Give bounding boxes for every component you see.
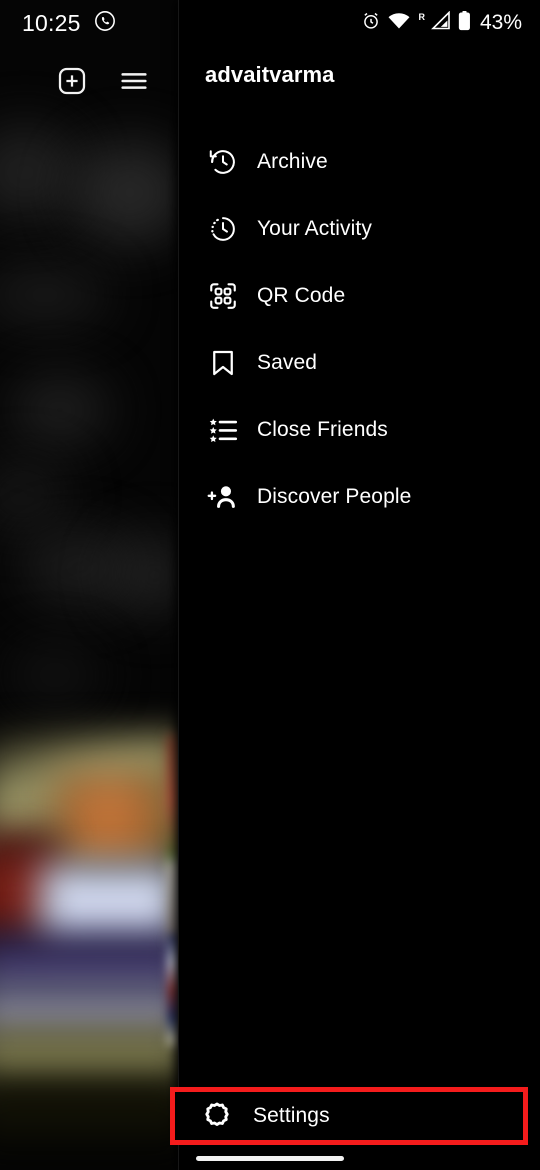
star-list-icon: [203, 410, 243, 450]
battery-percent-label: 43%: [479, 11, 522, 34]
alarm-icon: [361, 11, 381, 36]
bookmark-icon: [203, 343, 243, 383]
bg-photo-tile: [0, 1085, 190, 1170]
menu-item-your-activity[interactable]: Your Activity: [179, 195, 540, 262]
drawer-username-title: advaitvarma: [205, 62, 335, 87]
wifi-icon: [388, 12, 410, 35]
menu-item-saved[interactable]: Saved: [179, 329, 540, 396]
bg-highlight: [0, 125, 80, 220]
profile-top-action-bar: [0, 52, 178, 114]
person-add-icon: [203, 477, 243, 517]
settings-highlight-box: Settings: [170, 1087, 528, 1145]
activity-clock-icon: [203, 209, 243, 249]
menu-item-archive[interactable]: Archive: [179, 128, 540, 195]
menu-item-close-friends[interactable]: Close Friends: [179, 396, 540, 463]
menu-item-discover-people[interactable]: Discover People: [179, 463, 540, 530]
menu-item-label: Your Activity: [257, 216, 372, 240]
gear-icon: [197, 1096, 237, 1136]
bg-highlight: [70, 140, 190, 245]
battery-icon: [458, 10, 471, 36]
bg-photo-tile: [55, 775, 175, 865]
menu-item-label: Discover People: [257, 484, 412, 508]
bg-highlight: [0, 460, 70, 530]
status-bar-left: 10:25: [22, 10, 116, 37]
menu-item-label: Settings: [253, 1104, 330, 1127]
roaming-indicator: R: [418, 12, 425, 22]
drawer-menu-list: Archive Your Activity QR Code Saved Clos…: [179, 128, 540, 530]
menu-item-label: Close Friends: [257, 417, 388, 441]
cellular-signal-icon: [431, 10, 451, 35]
menu-item-label: Saved: [257, 350, 318, 374]
menu-item-label: QR Code: [257, 283, 346, 307]
side-drawer-panel: advaitvarma Archive Your Activity QR Cod…: [178, 0, 540, 1170]
bg-highlight: [10, 375, 110, 445]
qr-code-icon: [203, 276, 243, 316]
home-indicator-bar[interactable]: [196, 1156, 344, 1161]
status-bar-right: R 43%: [361, 10, 522, 36]
plus-square-icon[interactable]: [56, 65, 88, 102]
bg-highlight: [10, 645, 100, 705]
menu-item-qr-code[interactable]: QR Code: [179, 262, 540, 329]
menu-item-settings[interactable]: Settings: [175, 1092, 523, 1140]
whatsapp-icon: [94, 10, 116, 37]
status-bar-clock: 10:25: [22, 9, 81, 36]
hamburger-menu-icon[interactable]: [118, 65, 150, 102]
menu-item-label: Archive: [257, 149, 328, 173]
bg-highlight: [0, 265, 110, 325]
bg-photo-tile: [0, 1030, 190, 1090]
status-bar: 10:25 R 43%: [0, 0, 540, 46]
archive-clock-icon: [203, 142, 243, 182]
